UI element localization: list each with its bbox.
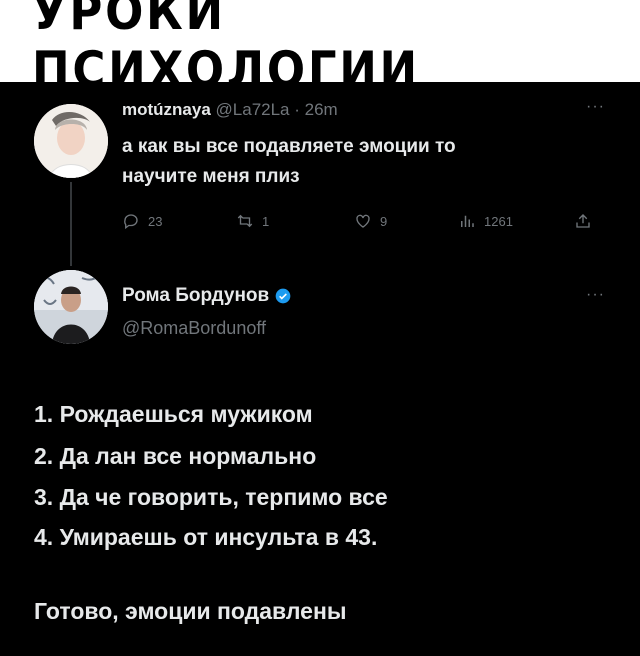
like-count: 9 xyxy=(380,213,388,229)
handle-time[interactable]: @La72La · 26m xyxy=(216,100,338,119)
user-photo-icon xyxy=(34,104,108,178)
handle[interactable]: @RomaBordunoff xyxy=(122,318,266,339)
user-photo-icon xyxy=(34,270,108,344)
views-count: 1261 xyxy=(484,213,513,229)
meme-title: УРОКИ ПСИХОЛОГИИ xyxy=(32,0,420,99)
reply-button[interactable]: 23 xyxy=(122,212,162,230)
avatar[interactable] xyxy=(34,104,108,178)
share-button[interactable] xyxy=(574,212,592,230)
verified-badge-icon xyxy=(275,288,291,304)
tweet-conclusion: Готово, эмоции подавлены xyxy=(34,598,347,624)
like-button[interactable]: 9 xyxy=(354,212,387,230)
views-bar-chart-icon xyxy=(461,215,474,227)
tweet-body-line: 3. Да че говорить, терпимо все xyxy=(34,484,388,510)
retweet-button[interactable]: 1 xyxy=(236,212,269,230)
display-name[interactable]: Рома Бордунов xyxy=(122,285,291,307)
tweet-header: motúznaya @La72La · 26m xyxy=(122,100,338,120)
retweet-icon xyxy=(237,214,253,228)
thread-connector xyxy=(70,182,72,266)
reply-icon xyxy=(124,214,138,230)
more-icon[interactable]: ··· xyxy=(586,98,605,116)
heart-icon xyxy=(356,214,370,228)
views-button[interactable]: 1261 xyxy=(458,212,513,230)
tweet-text-line: научите меня плиз xyxy=(122,166,300,187)
more-icon[interactable]: ··· xyxy=(586,286,605,304)
tweet-body-line: 2. Да лан все нормально xyxy=(34,443,317,469)
share-icon xyxy=(576,214,590,228)
tweet-text: а как вы все подавляете эмоции то научит… xyxy=(122,132,602,192)
avatar[interactable] xyxy=(34,270,108,344)
reply-count: 23 xyxy=(148,213,163,229)
tweet-body-line: 1. Рождаешься мужиком xyxy=(34,401,313,427)
retweet-count: 1 xyxy=(262,213,270,229)
display-name[interactable]: motúznaya xyxy=(122,100,211,119)
tweet-body-line: 4. Умираешь от инсульта в 43. xyxy=(34,524,378,550)
meme-header: УРОКИ ПСИХОЛОГИИ xyxy=(0,0,640,99)
tweet-text-line: а как вы все подавляете эмоции то xyxy=(122,136,456,157)
display-name-text: Рома Бордунов xyxy=(122,285,270,306)
